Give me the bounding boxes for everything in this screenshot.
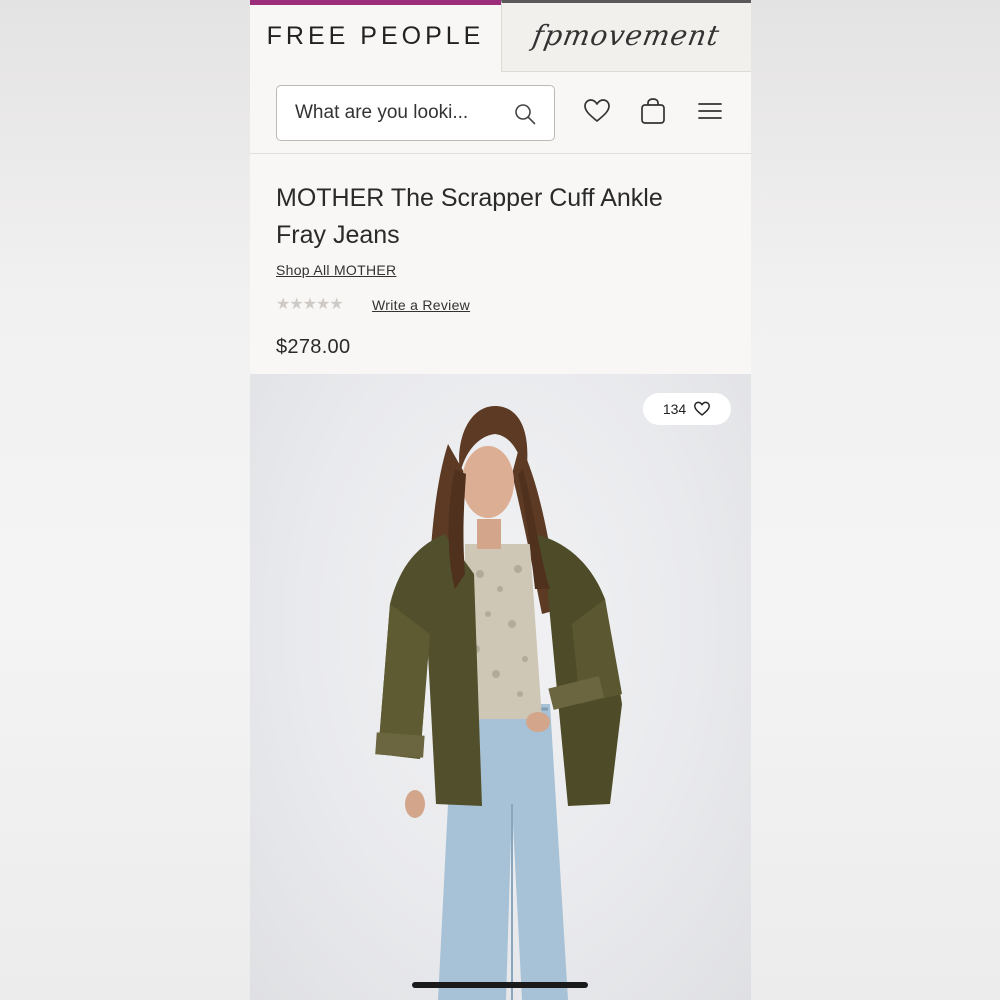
model-photo [375,406,622,1000]
product-image[interactable]: 134 [250,374,751,1000]
right-background [750,0,1000,1000]
tab-free-people[interactable]: FREE PEOPLE [250,0,501,72]
write-review-link[interactable]: Write a Review [372,297,470,313]
heart-icon[interactable] [582,96,612,126]
home-indicator[interactable] [412,982,588,988]
shop-all-brand-link[interactable]: Shop All MOTHER [276,262,396,278]
brand-logo-fp-movement: fpmovement [530,18,723,52]
search-icon[interactable] [514,103,536,125]
left-background [0,0,250,1000]
product-info: MOTHER The Scrapper Cuff Ankle Fray Jean… [250,154,751,374]
favorite-count-button[interactable]: 134 [643,393,731,425]
search-input[interactable] [295,86,505,139]
rating-stars: ★★★★★ [276,294,344,313]
product-title: MOTHER The Scrapper Cuff Ankle Fray Jean… [276,184,663,249]
favorite-count: 134 [662,401,687,417]
product-price: $278.00 [276,336,351,358]
heart-icon [694,401,711,416]
brand-tabs: FREE PEOPLE fpmovement [250,0,751,72]
brand-logo-free-people: FREE PEOPLE [266,22,485,50]
menu-icon[interactable] [695,96,725,126]
tab-fp-movement[interactable]: fpmovement [501,0,751,72]
bag-icon[interactable] [638,96,668,126]
search-box[interactable] [276,85,555,141]
search-header [250,72,751,154]
phone-screen: FREE PEOPLE fpmovement MOTHER The Scrapp [250,0,751,1000]
